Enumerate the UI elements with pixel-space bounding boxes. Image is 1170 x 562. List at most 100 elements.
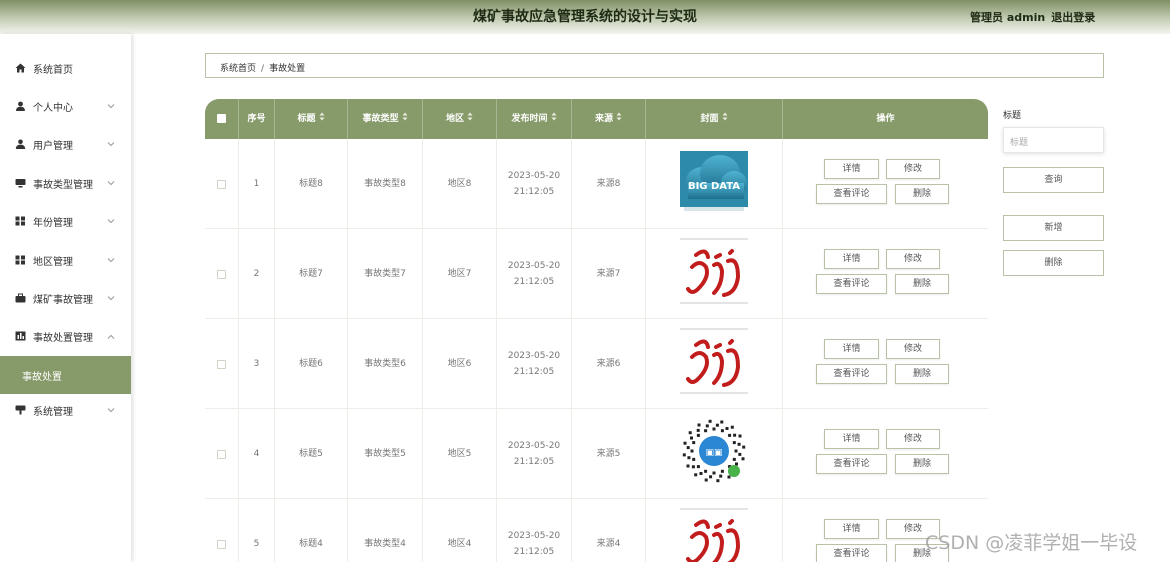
publish-clock: 21:12:05 (513, 187, 555, 197)
table-row: 2 标题7 事故类型7 地区7 来源7 2023-05-20 21:12:05 详情 修改 查看… (205, 229, 988, 319)
search-input[interactable]: 标题 (1003, 127, 1104, 153)
sidebar-item[interactable]: 事故处置 (0, 356, 131, 394)
cell-title: 标题5 (275, 409, 348, 499)
sort-icon[interactable] (467, 112, 473, 123)
cover-image[interactable]: BIG DATA (680, 147, 748, 221)
row-checkbox[interactable] (217, 359, 226, 369)
edit-button[interactable]: 修改 (886, 159, 940, 179)
cell-source: 来源4 (572, 499, 646, 562)
detail-button[interactable]: 详情 (824, 159, 879, 179)
view-comments-button[interactable]: 查看评论 (816, 454, 887, 474)
view-comments-button[interactable]: 查看评论 (816, 544, 887, 562)
sort-icon[interactable] (319, 112, 325, 123)
table-row: 5 标题4 事故类型4 地区4 来源4 2023-05-20 21:12:05 详情 修改 查看… (205, 499, 988, 562)
sidebar-item[interactable]: 年份管理 (0, 202, 131, 240)
sidebar-item[interactable]: 地区管理 (0, 241, 131, 279)
cell-idx: 3 (239, 319, 275, 409)
cell-type: 事故类型7 (348, 229, 423, 319)
sort-icon[interactable] (616, 112, 622, 123)
chevron-down-icon (105, 294, 117, 303)
cover-image[interactable] (680, 327, 748, 401)
detail-button[interactable]: 详情 (824, 429, 879, 449)
cell-area: 地区5 (423, 409, 497, 499)
edit-button[interactable]: 修改 (886, 429, 940, 449)
chevron-down-icon (105, 217, 117, 226)
cell-actions: 详情 修改查看评论 删除 (783, 319, 988, 409)
cell-area: 地区7 (423, 229, 497, 319)
delete-button[interactable]: 删除 (895, 364, 949, 384)
logout-link[interactable]: 退出登录 (1051, 11, 1095, 24)
svg-text:▣▣: ▣▣ (705, 448, 722, 458)
sidebar: 系统首页个人中心用户管理事故类型管理年份管理 地区管理煤矿事故管理事故处置管理事故… (0, 34, 131, 562)
sort-icon[interactable] (551, 112, 557, 123)
cell-cover: BIG DATA (646, 139, 783, 229)
edit-button[interactable]: 修改 (886, 249, 940, 269)
cell-type: 事故类型8 (348, 139, 423, 229)
view-comments-button[interactable]: 查看评论 (816, 274, 887, 294)
detail-button[interactable]: 详情 (824, 519, 879, 539)
add-button[interactable]: 新增 (1003, 215, 1104, 241)
sort-icon[interactable] (402, 112, 408, 123)
column-header[interactable]: 来源 (572, 99, 646, 139)
sidebar-item-label: 个人中心 (33, 102, 73, 114)
publish-date: 2023-05-20 (507, 261, 561, 271)
column-header[interactable]: 发布时间 (497, 99, 572, 139)
publish-date: 2023-05-20 (507, 441, 561, 451)
column-header-label: 序号 (247, 114, 266, 124)
cover-image[interactable]: ▣▣ (680, 417, 748, 491)
view-comments-button[interactable]: 查看评论 (816, 184, 887, 204)
edit-button[interactable]: 修改 (886, 339, 940, 359)
cover-image[interactable] (680, 507, 748, 562)
sidebar-item[interactable]: 事故处置管理 (0, 317, 131, 355)
view-comments-button[interactable]: 查看评论 (816, 364, 887, 384)
sidebar-item[interactable]: 事故类型管理 (0, 164, 131, 202)
cell-type: 事故类型6 (348, 319, 423, 409)
delete-button[interactable]: 删除 (895, 454, 949, 474)
sidebar-item-label: 煤矿事故管理 (33, 294, 93, 306)
row-checkbox[interactable] (217, 449, 226, 459)
column-header[interactable]: 标题 (275, 99, 348, 139)
cell-publish-time: 2023-05-20 21:12:05 (497, 319, 572, 409)
cell-area: 地区4 (423, 499, 497, 562)
delete-button[interactable]: 删除 (895, 184, 949, 204)
watermark: CSDN @凌菲学姐一毕设 (925, 532, 1138, 554)
column-header-label: 地区 (445, 114, 464, 124)
sidebar-item-label: 事故处置 (22, 371, 62, 383)
cell-cover (646, 319, 783, 409)
sidebar-item[interactable]: 煤矿事故管理 (0, 279, 131, 317)
sidebar-item[interactable]: 系统管理 (0, 391, 131, 429)
cell-idx: 2 (239, 229, 275, 319)
breadcrumb-current: 事故处置 (269, 64, 306, 74)
detail-button[interactable]: 详情 (824, 339, 879, 359)
sidebar-item-label: 事故类型管理 (33, 179, 93, 191)
cell-source: 来源5 (572, 409, 646, 499)
row-checkbox-cell (205, 319, 239, 409)
sidebar-item[interactable]: 系统首页 (0, 49, 131, 87)
breadcrumb-home[interactable]: 系统首页 (220, 64, 256, 74)
column-header-label: 来源 (594, 114, 613, 124)
cell-idx: 4 (239, 409, 275, 499)
detail-button[interactable]: 详情 (824, 249, 879, 269)
column-header-label: 标题 (297, 114, 316, 124)
breadcrumb: 系统首页 / 事故处置 (205, 53, 1104, 78)
column-header-label: 事故类型 (362, 114, 399, 124)
column-header[interactable]: 封面 (646, 99, 783, 139)
row-checkbox[interactable] (217, 539, 226, 549)
breadcrumb-separator: / (261, 64, 265, 74)
cover-image[interactable] (680, 237, 748, 311)
select-all-checkbox[interactable] (205, 99, 239, 139)
top-header: 煤矿事故应急管理系统的设计与实现 管理员 admin 退出登录 (0, 0, 1170, 34)
sidebar-item[interactable]: 个人中心 (0, 87, 131, 125)
row-checkbox[interactable] (217, 179, 226, 189)
sidebar-item[interactable]: 用户管理 (0, 125, 131, 163)
row-checkbox[interactable] (217, 269, 226, 279)
batch-delete-button[interactable]: 删除 (1003, 250, 1104, 276)
column-header[interactable]: 事故类型 (348, 99, 423, 139)
column-header: 操作 (783, 99, 988, 139)
chevron-down-icon (105, 256, 117, 265)
column-header[interactable]: 地区 (423, 99, 497, 139)
delete-button[interactable]: 删除 (895, 274, 949, 294)
sort-icon[interactable] (722, 112, 728, 123)
user-icon (15, 101, 26, 111)
query-button[interactable]: 查询 (1003, 167, 1104, 193)
